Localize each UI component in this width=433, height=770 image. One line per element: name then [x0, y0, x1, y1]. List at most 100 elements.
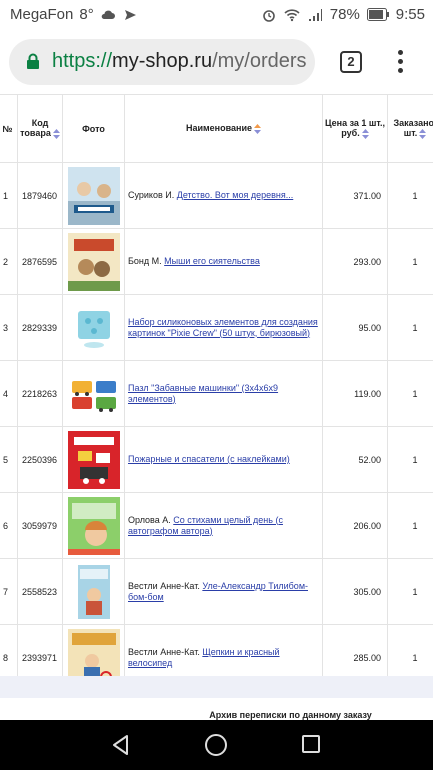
sort-icon: [361, 128, 369, 139]
table-row: 4 2218263 Пазл "Забавные машинки" (3х4х6…: [0, 360, 433, 427]
cloud-icon: [101, 10, 115, 19]
table-row: 6 3059979 Орлова А. Со стихами целый ден…: [0, 492, 433, 559]
url-path: /my/orders: [212, 50, 307, 72]
row-author: Суриков И.: [128, 190, 177, 200]
row-qty: 1: [387, 294, 433, 361]
row-photo[interactable]: [62, 294, 125, 361]
row-price: 371.00: [322, 162, 388, 229]
alarm-icon: [262, 9, 275, 22]
product-link[interactable]: Пожарные и спасатели (с наклейками): [128, 454, 290, 464]
temperature: 8°: [79, 6, 94, 23]
row-author: Вестли Анне-Кат.: [128, 646, 203, 657]
book-cover-image: [67, 430, 120, 489]
row-photo[interactable]: [62, 426, 125, 493]
back-icon[interactable]: [110, 734, 132, 756]
url-host: my-shop.ru: [112, 50, 213, 72]
table-row: 5 2250396 Пожарные и спасатели (с наклей…: [0, 426, 433, 493]
send-icon: [124, 9, 136, 20]
row-name: Орлова А. Со стихами целый день (с автог…: [124, 492, 323, 559]
row-name: Вестли Анне-Кат. Уле-Александр Тилибом-б…: [124, 558, 323, 625]
header-qty[interactable]: Заказано, шт.: [387, 94, 433, 163]
row-qty: 1: [387, 360, 433, 427]
row-price: 206.00: [322, 492, 388, 559]
row-code: 2218263: [17, 360, 63, 427]
row-code: 2829339: [17, 294, 63, 361]
book-cover-image: [67, 232, 120, 291]
row-author: Бонд М.: [128, 256, 165, 266]
lock-icon: [27, 53, 39, 69]
carrier-name: MegaFon: [10, 6, 74, 23]
row-photo[interactable]: [62, 360, 125, 427]
signal-icon: [308, 8, 322, 21]
row-price: 293.00: [322, 228, 388, 295]
header-name[interactable]: Наименование: [124, 94, 323, 163]
book-cover-image: [67, 562, 120, 621]
table-header-row: № Код товара Фото Наименование Цена за 1…: [0, 94, 433, 163]
row-code: 1879460: [17, 162, 63, 229]
sort-icon: [52, 128, 60, 139]
wifi-icon: [284, 8, 300, 21]
row-name: Пожарные и спасатели (с наклейками): [124, 426, 323, 493]
product-link[interactable]: Набор силиконовых элементов для создания…: [128, 317, 318, 338]
row-code: 2876595: [17, 228, 63, 295]
table-row: 7 2558523 Вестли Анне-Кат. Уле-Александр…: [0, 558, 433, 625]
row-num: 7: [0, 558, 18, 625]
row-price: 95.00: [322, 294, 388, 361]
archive-heading: Архив переписки по данному заказу: [209, 710, 372, 720]
row-name: Суриков И. Детство. Вот моя деревня...: [124, 162, 323, 229]
recent-apps-icon[interactable]: [302, 735, 320, 753]
product-image: [67, 364, 120, 423]
row-price: 119.00: [322, 360, 388, 427]
address-bar[interactable]: https://my-shop.ru/my/orders: [9, 39, 315, 85]
row-qty: 1: [387, 228, 433, 295]
battery-level: 78%: [329, 6, 360, 23]
row-name: Набор силиконовых элементов для создания…: [124, 294, 323, 361]
sort-icon: [419, 128, 427, 139]
row-qty: 1: [387, 558, 433, 625]
clock: 9:55: [395, 6, 425, 23]
battery-icon: [366, 8, 389, 21]
book-cover-image: [67, 496, 120, 555]
row-photo[interactable]: [62, 558, 125, 625]
row-code: 2558523: [17, 558, 63, 625]
table-row: 1 1879460 Суриков И. Детство. Вот моя де…: [0, 162, 433, 229]
orders-table: № Код товара Фото Наименование Цена за 1…: [0, 94, 433, 691]
row-num: 6: [0, 492, 18, 559]
page-content: № Код товара Фото Наименование Цена за 1…: [0, 94, 433, 720]
home-icon[interactable]: [205, 734, 227, 756]
row-name: Бонд М. Мыши его сиятельства: [124, 228, 323, 295]
header-num: №: [0, 94, 18, 163]
url-text: https://my-shop.ru/my/orders: [52, 50, 307, 73]
header-price[interactable]: Цена за 1 шт., руб.: [322, 94, 388, 163]
row-price: 305.00: [322, 558, 388, 625]
row-photo[interactable]: [62, 228, 125, 295]
row-code: 3059979: [17, 492, 63, 559]
row-author: Вестли Анне-Кат.: [128, 580, 203, 591]
row-num: 1: [0, 162, 18, 229]
product-link[interactable]: Пазл "Забавные машинки" (3х4х6х9 элемент…: [128, 383, 278, 404]
browser-toolbar: https://my-shop.ru/my/orders 2: [0, 30, 433, 94]
product-link[interactable]: Мыши его сиятельства: [164, 256, 260, 266]
overflow-menu-icon[interactable]: [395, 50, 405, 76]
row-photo[interactable]: [62, 492, 125, 559]
header-qty-label: Заказано, шт.: [393, 118, 433, 139]
row-photo[interactable]: [62, 162, 125, 229]
android-nav-bar: [0, 720, 433, 770]
row-num: 2: [0, 228, 18, 295]
row-price: 52.00: [322, 426, 388, 493]
table-row: 2 2876595 Бонд М. Мыши его сиятельства 2…: [0, 228, 433, 295]
row-qty: 1: [387, 492, 433, 559]
product-link[interactable]: Детство. Вот моя деревня...: [177, 190, 294, 200]
header-code-label: Код товара: [20, 118, 51, 139]
header-photo: Фото: [62, 94, 125, 163]
row-code: 2250396: [17, 426, 63, 493]
url-scheme: https://: [52, 50, 113, 72]
sort-icon: [254, 123, 262, 134]
header-name-label: Наименование: [185, 123, 253, 134]
row-num: 5: [0, 426, 18, 493]
row-num: 4: [0, 360, 18, 427]
header-code[interactable]: Код товара: [17, 94, 63, 163]
table-row: 3 2829339 Набор силиконовых элементов дл…: [0, 294, 433, 361]
tab-switcher-button[interactable]: 2: [340, 51, 362, 73]
row-name: Пазл "Забавные машинки" (3х4х6х9 элемент…: [124, 360, 323, 427]
